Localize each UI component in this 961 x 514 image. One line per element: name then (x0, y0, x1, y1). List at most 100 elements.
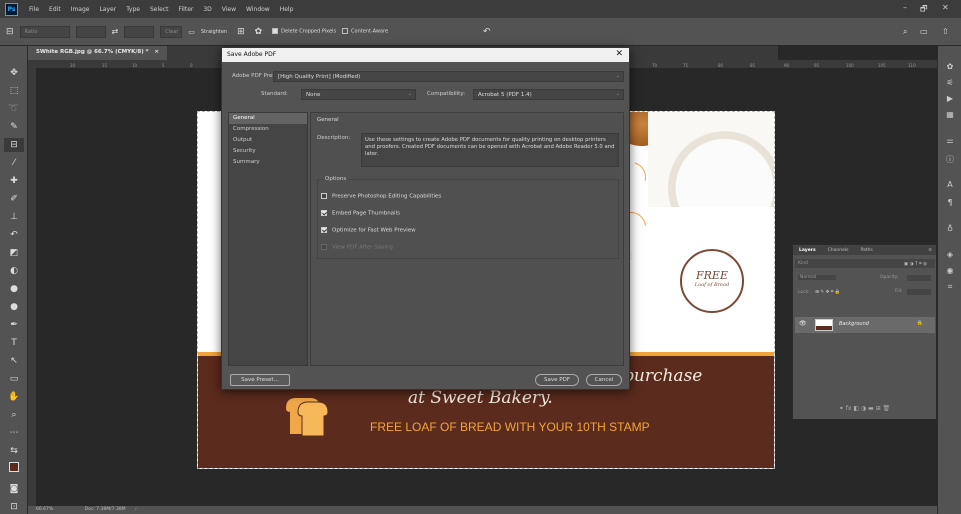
cancel-button[interactable]: Cancel (586, 374, 622, 386)
section-compression[interactable]: Compression (229, 124, 307, 135)
eraser-tool-icon[interactable]: ◩ (4, 246, 24, 260)
menu-file[interactable]: File (24, 6, 44, 13)
menu-select[interactable]: Select (145, 6, 174, 13)
path-select-tool-icon[interactable]: ↖ (4, 354, 24, 368)
dodge-tool-icon[interactable]: ● (4, 300, 24, 314)
paths-panel-icon[interactable]: ⌗ (944, 282, 956, 294)
menu-help[interactable]: Help (275, 6, 299, 13)
crop-tool-icon[interactable]: ⊟ (6, 27, 14, 37)
quick-select-tool-icon[interactable]: ✎ (4, 120, 24, 134)
quick-mask-icon[interactable]: ◙ (4, 482, 24, 496)
healing-brush-tool-icon[interactable]: ✚ (4, 174, 24, 188)
crop-tool-icon[interactable]: ⊟ (4, 138, 24, 152)
save-preset-button[interactable]: Save Preset... (230, 374, 290, 386)
minimize-icon[interactable]: – (903, 3, 907, 12)
menu-image[interactable]: Image (66, 6, 95, 13)
document-tab[interactable]: 5White RGB.jpg @ 66.7% (CMYK/8) * × (28, 46, 168, 60)
fill-field[interactable] (907, 289, 931, 295)
hand-tool-icon[interactable]: ✋ (4, 390, 24, 404)
history-brush-tool-icon[interactable]: ↶ (4, 228, 24, 242)
gear-icon[interactable]: ✿ (255, 27, 263, 37)
tab-close-icon[interactable]: × (154, 49, 159, 55)
section-general[interactable]: General (229, 113, 307, 124)
layers-panel-icon[interactable]: ◈ (944, 250, 956, 262)
swatches-panel-icon[interactable]: ▦ (944, 110, 956, 122)
move-tool-icon[interactable]: ✥ (4, 66, 24, 80)
menu-view[interactable]: View (217, 6, 241, 13)
channels-panel-icon[interactable]: ◉ (944, 266, 956, 278)
brush-panel-icon[interactable]: ⚟ (944, 78, 956, 90)
paragraph-panel-icon[interactable]: ¶ (944, 198, 956, 210)
delete-cropped-checkbox[interactable]: Delete Cropped Pixels (272, 28, 336, 35)
color-panel-icon[interactable]: ✿ (944, 62, 956, 74)
character-panel-icon[interactable]: A (944, 180, 956, 192)
menu-3d[interactable]: 3D (198, 6, 216, 13)
clone-stamp-tool-icon[interactable]: ⊥ (4, 210, 24, 224)
description-textarea[interactable]: Use these settings to create Adobe PDF d… (361, 133, 619, 167)
blur-tool-icon[interactable]: ● (4, 282, 24, 296)
visibility-eye-icon[interactable]: 👁 (799, 320, 807, 327)
lasso-tool-icon[interactable]: ➰ (4, 102, 24, 116)
tab-channels[interactable]: Channels (822, 248, 855, 253)
preset-select[interactable]: [High Quality Print] (Modified) ⌄ (273, 71, 624, 82)
menu-filter[interactable]: Filter (174, 6, 199, 13)
swap-icon[interactable]: ⇄ (112, 27, 119, 36)
menu-layer[interactable]: Layer (94, 6, 121, 13)
panel-menu-icon[interactable]: ≡ (928, 248, 936, 253)
opacity-field[interactable] (907, 275, 931, 281)
menu-type[interactable]: Type (121, 6, 145, 13)
color-swatches-icon[interactable] (4, 462, 24, 476)
undo-icon[interactable]: ↶ (483, 27, 491, 37)
search-icon[interactable]: ⌕ (903, 27, 907, 37)
tab-layers[interactable]: Layers (793, 248, 822, 253)
clear-button[interactable]: Clear (160, 25, 183, 38)
content-aware-checkbox[interactable]: Content-Aware (342, 28, 388, 35)
share-icon[interactable]: ⇧ (942, 27, 949, 36)
eyedropper-tool-icon[interactable]: ⁄ (4, 156, 24, 170)
layer-filter-field[interactable]: Kind ▣ ◑ T ⌗ ◍ (795, 259, 935, 268)
preserve-editing-option[interactable]: Preserve Photoshop Editing Capabilities (321, 193, 441, 200)
info-panel-icon[interactable]: ⓘ (944, 154, 956, 166)
straighten-icon[interactable]: ▭ (188, 28, 195, 36)
close-app-icon[interactable]: ✕ (942, 3, 949, 12)
embed-thumbnails-option[interactable]: Embed Page Thumbnails (321, 210, 400, 217)
optimize-web-option[interactable]: Optimize for Fast Web Preview (321, 227, 416, 234)
section-security[interactable]: Security (229, 146, 307, 157)
restore-icon[interactable]: 🗗 (920, 3, 928, 17)
gradient-tool-icon[interactable]: ◐ (4, 264, 24, 278)
rectangle-tool-icon[interactable]: ▭ (4, 372, 24, 386)
menu-window[interactable]: Window (241, 6, 275, 13)
swap-colors-icon[interactable]: ⇆ (4, 444, 24, 458)
layers-bottom-toolbar[interactable]: ⚭ fx ◧ ◑ ▬ ⊞ 🗑 (793, 405, 936, 412)
standard-select[interactable]: None ⌄ (301, 89, 416, 100)
zoom-tool-icon[interactable]: ⌕ (4, 408, 24, 422)
marquee-tool-icon[interactable]: ⬚ (4, 84, 24, 98)
screen-mode-icon[interactable]: ⊡ (4, 500, 24, 514)
save-pdf-button[interactable]: Save PDF (535, 374, 579, 386)
play-action-icon[interactable]: ▶ (944, 94, 956, 106)
adjustments-panel-icon[interactable]: ⚌ (944, 136, 956, 148)
lock-icons[interactable]: ⊞ ✎ ✥ ⌗ 🔒 (815, 290, 840, 295)
status-arrow-icon[interactable]: › (135, 507, 137, 512)
more-tools-icon[interactable]: ⋯ (4, 426, 24, 440)
styles-panel-icon[interactable]: ♁ (944, 224, 956, 236)
menu-edit[interactable]: Edit (44, 6, 66, 13)
tab-paths[interactable]: Paths (854, 248, 878, 253)
workspace-icon[interactable]: ▭ (920, 27, 928, 36)
overlay-grid-icon[interactable]: ⊞ (237, 27, 245, 37)
type-tool-icon[interactable]: T (4, 336, 24, 350)
blend-mode-select[interactable]: Normal (798, 275, 837, 280)
zoom-level[interactable]: 66.67% (36, 507, 53, 512)
ratio-field[interactable]: Ratio (19, 25, 70, 38)
brush-tool-icon[interactable]: ✐ (4, 192, 24, 206)
compatibility-select[interactable]: Acrobat 5 (PDF 1.4) ⌄ (473, 89, 624, 100)
dialog-close-icon[interactable]: ✕ (615, 49, 623, 59)
section-output[interactable]: Output (229, 135, 307, 146)
section-summary[interactable]: Summary (229, 157, 307, 168)
ratio-height-field[interactable] (124, 25, 155, 38)
pen-tool-icon[interactable]: ✒ (4, 318, 24, 332)
filter-icons[interactable]: ▣ ◑ T ⌗ ◍ (904, 261, 927, 267)
ratio-width-field[interactable] (75, 25, 106, 38)
straighten-label[interactable]: Straighten (201, 29, 227, 35)
layer-row-background[interactable]: 👁 Background 🔒 (795, 317, 935, 333)
